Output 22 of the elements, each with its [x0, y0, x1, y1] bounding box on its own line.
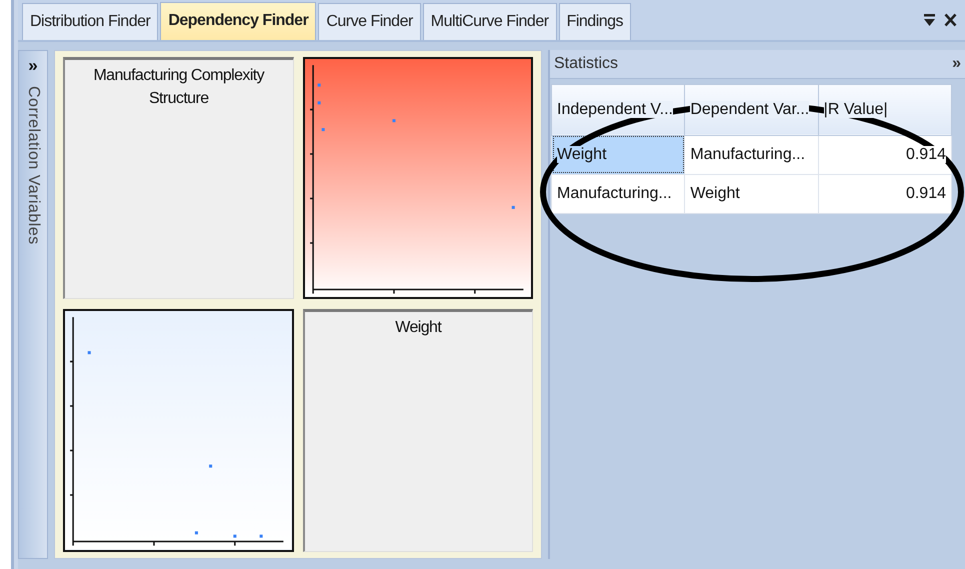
tab[interactable]: Curve Finder [318, 2, 421, 40]
expand-toggle[interactable]: » [28, 52, 38, 78]
collapse-toggle[interactable]: » [952, 52, 961, 76]
table-cell[interactable]: Manufacturing... [552, 174, 685, 214]
table-cell[interactable]: 0.914 [818, 135, 952, 174]
table-cell[interactable]: Weight [684, 174, 818, 214]
variable-label: Manufacturing Complexity Structure [63, 56, 294, 300]
column-header[interactable]: Independent V... [552, 84, 685, 136]
tab[interactable]: Distribution Finder [22, 2, 158, 40]
tab[interactable]: Dependency Finder [160, 2, 316, 40]
tab[interactable]: Findings [558, 2, 632, 40]
table-cell[interactable]: 0.914 [818, 174, 952, 214]
panel-title: Correlation Variables [24, 86, 43, 245]
table-cell[interactable]: Manufacturing... [684, 135, 818, 174]
column-header[interactable]: Dependent Var... [684, 84, 818, 136]
column-header[interactable]: |R Value| [818, 84, 952, 136]
tab[interactable]: MultiCurve Finder [422, 2, 557, 40]
dropdown-icon[interactable] [923, 12, 936, 27]
panel-title: Statistics [554, 54, 618, 74]
table-cell[interactable]: Weight [552, 135, 685, 174]
variable-label: Weight [302, 309, 533, 552]
close-icon[interactable] [944, 12, 957, 27]
